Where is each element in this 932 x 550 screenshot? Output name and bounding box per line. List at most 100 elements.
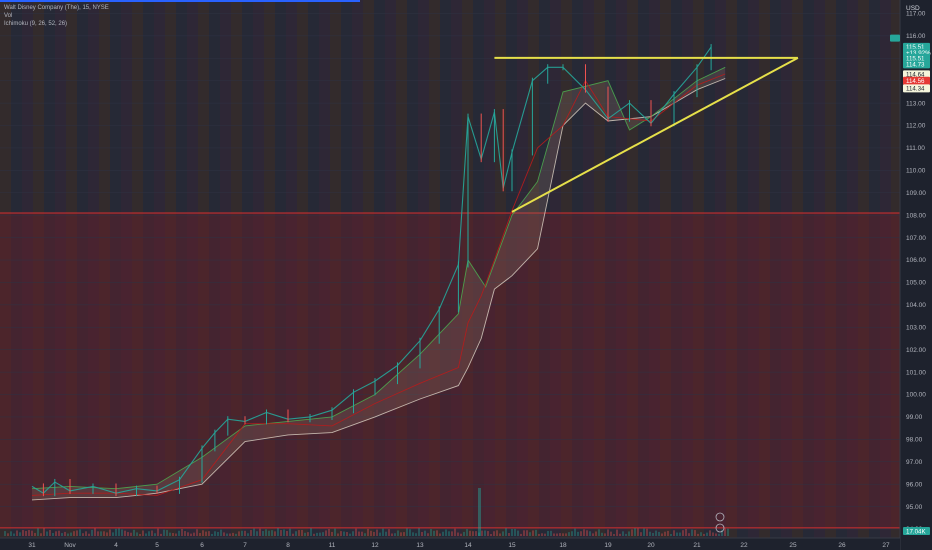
volume-bar: [163, 529, 165, 536]
volume-bar: [340, 531, 342, 536]
volume-bar: [238, 531, 240, 536]
volume-bar: [574, 528, 576, 536]
volume-spike: [478, 488, 481, 536]
volume-bar: [418, 528, 420, 536]
legend-ichimoku: Ichimoku (9, 26, 52, 26): [4, 21, 68, 27]
volume-bar: [463, 531, 465, 536]
volume-bar: [700, 532, 702, 536]
volume-bar: [184, 531, 186, 536]
volume-bar: [58, 530, 60, 536]
volume-bar: [202, 530, 204, 536]
volume-bar: [115, 528, 117, 536]
volume-bar: [382, 528, 384, 536]
volume-bar: [559, 533, 561, 536]
volume-bar: [619, 533, 621, 536]
chart[interactable]: USD117.00116.00115.00114.00113.00112.001…: [0, 0, 932, 550]
volume-bar: [553, 533, 555, 536]
volume-bar: [43, 528, 45, 536]
volume-bar: [277, 528, 279, 536]
volume-bar: [358, 531, 360, 536]
volume-bar: [493, 531, 495, 536]
y-tick-label: 112.00: [906, 123, 926, 130]
volume-bar: [289, 528, 291, 536]
volume-bar: [298, 530, 300, 536]
volume-bar: [472, 531, 474, 536]
volume-bar: [178, 530, 180, 536]
volume-bar: [412, 532, 414, 536]
volume-bar: [274, 531, 276, 536]
volume-bar: [346, 532, 348, 536]
price-tag: 114.34: [906, 86, 925, 93]
volume-bar: [457, 532, 459, 536]
volume-bar: [226, 533, 228, 536]
legend-volume: Vol: [4, 13, 13, 19]
volume-bar: [130, 532, 132, 536]
volume-bar: [94, 528, 96, 536]
volume-bar: [16, 530, 18, 536]
y-tick-label: 107.00: [906, 235, 926, 242]
volume-bar: [64, 531, 66, 536]
volume-bar: [25, 531, 27, 536]
volume-bar: [82, 533, 84, 536]
volume-bar: [205, 531, 207, 536]
volume-bar: [145, 533, 147, 536]
volume-bar: [490, 533, 492, 536]
x-tick-label: 27: [882, 542, 890, 549]
volume-bar: [19, 532, 21, 536]
volume-bar: [175, 533, 177, 536]
volume-bar: [262, 531, 264, 536]
volume-bar: [13, 533, 15, 536]
volume-bar: [187, 532, 189, 536]
volume-bar: [505, 528, 507, 536]
volume-bar: [70, 532, 72, 536]
volume-bar: [103, 531, 105, 536]
volume-bar: [355, 528, 357, 536]
volume-bar: [664, 531, 666, 536]
volume-bar: [76, 530, 78, 536]
y-tick-label: 95.00: [906, 504, 923, 511]
volume-bar: [106, 532, 108, 536]
x-tick-label: 5: [155, 542, 159, 549]
symbol-tag-bg: [890, 34, 900, 42]
volume-bar: [616, 529, 618, 536]
volume-bar: [544, 533, 546, 536]
y-tick-label: 116.00: [906, 33, 926, 40]
volume-bar: [361, 531, 363, 536]
volume-bar: [436, 530, 438, 536]
volume-bar: [304, 532, 306, 536]
volume-bar: [343, 531, 345, 536]
x-tick-label: 19: [604, 542, 612, 549]
volume-bar: [247, 533, 249, 536]
volume-bar: [409, 529, 411, 536]
volume-bar: [712, 532, 714, 536]
volume-bar: [652, 532, 654, 536]
volume-bar: [649, 531, 651, 536]
volume-bar: [442, 531, 444, 536]
volume-bar: [640, 532, 642, 536]
volume-bar: [166, 530, 168, 536]
volume-bar: [589, 531, 591, 536]
volume-bar: [85, 531, 87, 536]
volume-bar: [514, 528, 516, 536]
y-tick-label: 103.00: [906, 324, 926, 331]
volume-bar: [124, 530, 126, 536]
volume-bar: [679, 532, 681, 536]
volume-bar: [316, 532, 318, 536]
volume-bar: [601, 532, 603, 536]
price-tag: 114.73: [906, 62, 925, 69]
y-tick-label: 106.00: [906, 257, 926, 264]
volume-bar: [79, 529, 81, 536]
chart-svg[interactable]: USD117.00116.00115.00114.00113.00112.001…: [0, 0, 932, 550]
volume-bar: [607, 529, 609, 536]
volume-bar: [604, 533, 606, 536]
volume-bar: [487, 531, 489, 536]
chart-legend: Walt Disney Company (The), 15, NYSE Vol …: [4, 4, 109, 28]
volume-bar: [571, 531, 573, 536]
y-tick-label: 108.00: [906, 212, 926, 219]
volume-bar: [385, 531, 387, 536]
y-tick-label: 99.00: [906, 414, 923, 421]
volume-bar: [235, 533, 237, 536]
volume-bar: [502, 531, 504, 536]
volume-bar: [475, 531, 477, 536]
volume-bar: [73, 531, 75, 536]
